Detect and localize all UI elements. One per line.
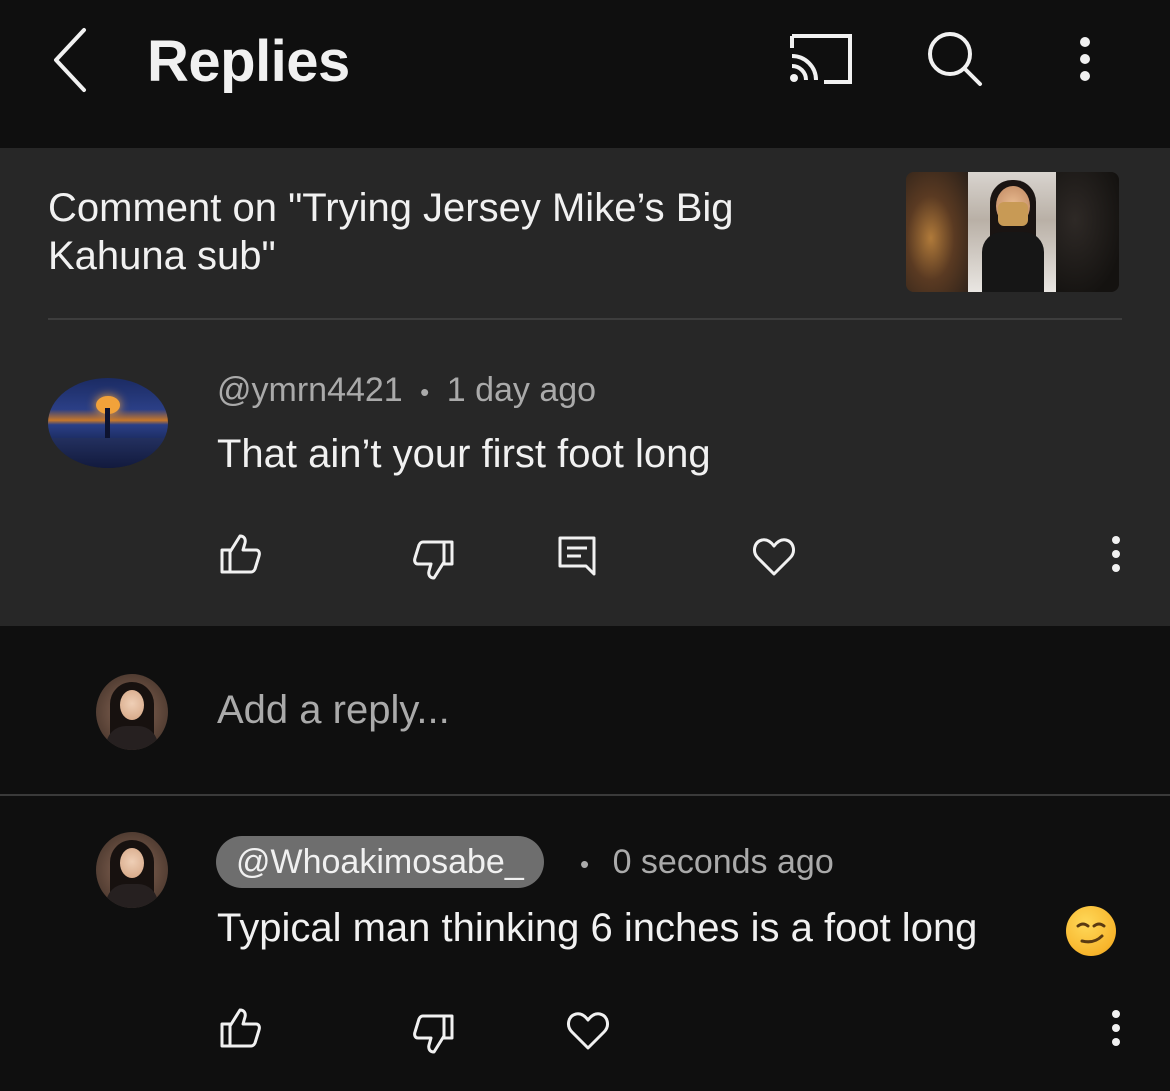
dislike-button[interactable]: [410, 536, 458, 584]
comment-author[interactable]: @ymrn4421: [217, 371, 403, 409]
top-app-bar: Replies: [0, 0, 1170, 148]
thumb-up-icon: [220, 534, 261, 574]
avatar[interactable]: [48, 378, 168, 468]
like-button[interactable]: [216, 1004, 264, 1052]
avatar[interactable]: [96, 674, 168, 750]
separator-dot: •: [580, 848, 590, 879]
video-context-title[interactable]: Comment on "Trying Jersey Mike’s Big Kah…: [48, 184, 838, 280]
page-title: Replies: [147, 29, 350, 94]
comment-text: That ain’t your first foot long: [217, 432, 711, 476]
parent-comment-panel: Comment on "Trying Jersey Mike’s Big Kah…: [0, 148, 1170, 626]
separator-dot: •: [420, 376, 430, 407]
reply-more-button[interactable]: [1092, 1006, 1140, 1054]
comment-more-button[interactable]: [1092, 532, 1140, 580]
back-button[interactable]: [40, 26, 104, 96]
heart-button[interactable]: [564, 1006, 612, 1054]
avatar[interactable]: [96, 832, 168, 908]
thumb-down-icon: [413, 1014, 454, 1054]
reply-composer: Add a reply...: [0, 626, 1170, 794]
heart-icon: [753, 538, 795, 576]
dislike-button[interactable]: [410, 1010, 458, 1058]
more-vert-icon: [1112, 1010, 1120, 1046]
search-icon: [928, 32, 982, 86]
cast-icon: [790, 34, 852, 84]
reply-button[interactable]: [554, 532, 602, 580]
heart-button[interactable]: [750, 532, 798, 580]
comment-timestamp: 1 day ago: [446, 371, 597, 409]
reply-timestamp: 0 seconds ago: [612, 843, 834, 881]
more-vert-icon: [1080, 37, 1090, 81]
chevron-left-icon: [54, 28, 86, 92]
like-button[interactable]: [216, 530, 264, 578]
smirk-emoji-icon: [1066, 906, 1116, 956]
comment-meta: @ymrn4421 • 1 day ago: [217, 371, 596, 410]
more-options-button[interactable]: [1050, 28, 1120, 92]
thumb-down-icon: [413, 540, 454, 580]
divider: [0, 794, 1170, 796]
reply-text: Typical man thinking 6 inches is a foot …: [217, 906, 978, 950]
video-thumbnail[interactable]: [906, 172, 1119, 292]
cast-button[interactable]: [786, 28, 858, 92]
heart-icon: [567, 1012, 609, 1050]
thumb-up-icon: [220, 1008, 261, 1048]
reply-input[interactable]: Add a reply...: [217, 688, 450, 733]
reply-author-chip[interactable]: @Whoakimosabe_: [216, 836, 544, 888]
reply-meta: • 0 seconds ago: [580, 843, 834, 882]
search-button[interactable]: [920, 28, 992, 92]
divider: [48, 318, 1122, 320]
more-vert-icon: [1112, 536, 1120, 572]
comment-icon: [558, 536, 596, 576]
